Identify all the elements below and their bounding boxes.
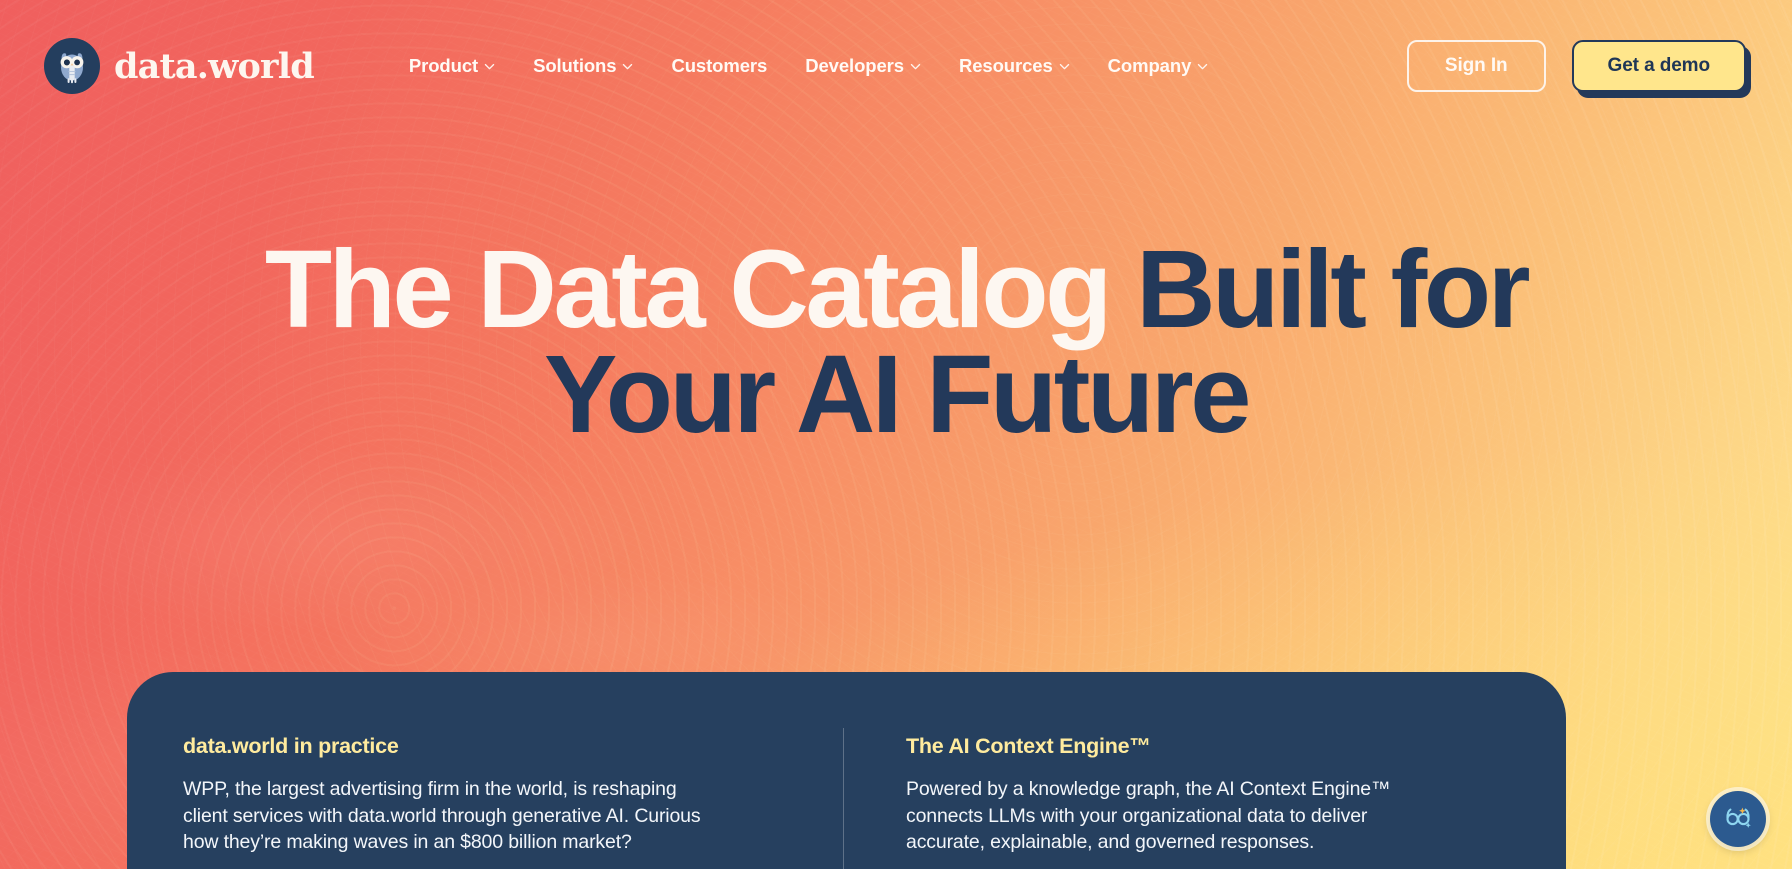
headline-line-2: Your AI Future: [543, 332, 1251, 456]
get-a-demo-button[interactable]: Get a demo: [1571, 40, 1746, 92]
sign-in-button[interactable]: Sign In: [1406, 40, 1546, 92]
chat-widget-button[interactable]: [1710, 791, 1766, 847]
nav-item-resources[interactable]: Resources: [940, 45, 1089, 87]
owl-icon: [44, 38, 100, 94]
card-column-context-engine: The AI Context Engine™ Powered by a know…: [844, 672, 1566, 869]
nav-item-resources-label: Resources: [958, 55, 1053, 76]
card-body-practice: WPP, the largest advertising firm in the…: [183, 778, 701, 854]
nav-item-company-label: Company: [1107, 55, 1192, 76]
nav-item-product-label: Product: [408, 55, 479, 76]
chevron-down-icon: [1059, 63, 1069, 69]
brand-name: data.world: [114, 45, 315, 87]
nav-item-solutions-label: Solutions: [533, 55, 617, 76]
card-title-context-engine: The AI Context Engine™: [906, 734, 1151, 758]
main-navigation: data.world Product Solutions Customers D…: [0, 0, 1792, 132]
headline-line-1: The Data Catalog Built for: [0, 235, 1792, 345]
nav-actions: Sign In Get a demo: [1406, 40, 1752, 98]
card-column-practice: data.world in practice WPP, the largest …: [127, 672, 843, 869]
nav-item-developers-label: Developers: [805, 55, 904, 76]
chevron-down-icon: [1198, 63, 1208, 69]
nav-item-solutions[interactable]: Solutions: [514, 45, 652, 87]
nav-item-developers[interactable]: Developers: [786, 45, 940, 87]
brand-logo-link[interactable]: data.world: [44, 38, 315, 94]
nav-menu: Product Solutions Customers Developers R…: [390, 45, 1227, 87]
card-title-practice: data.world in practice: [183, 734, 399, 758]
nav-item-product[interactable]: Product: [390, 45, 514, 87]
glasses-sparkle-icon: [1721, 800, 1755, 839]
chevron-down-icon: [484, 63, 495, 69]
hero-headline: The Data Catalog Built for Your AI Futur…: [0, 235, 1792, 456]
chevron-down-icon: [623, 63, 633, 69]
hero-info-card: data.world in practice WPP, the largest …: [127, 672, 1566, 869]
chevron-down-icon: [910, 63, 921, 69]
nav-item-customers-label: Customers: [671, 55, 768, 76]
card-body-context-engine: Powered by a knowledge graph, the AI Con…: [906, 778, 1391, 854]
get-a-demo-button-wrapper: Get a demo: [1571, 40, 1751, 98]
nav-item-company[interactable]: Company: [1089, 45, 1228, 87]
nav-item-customers[interactable]: Customers: [652, 45, 786, 87]
